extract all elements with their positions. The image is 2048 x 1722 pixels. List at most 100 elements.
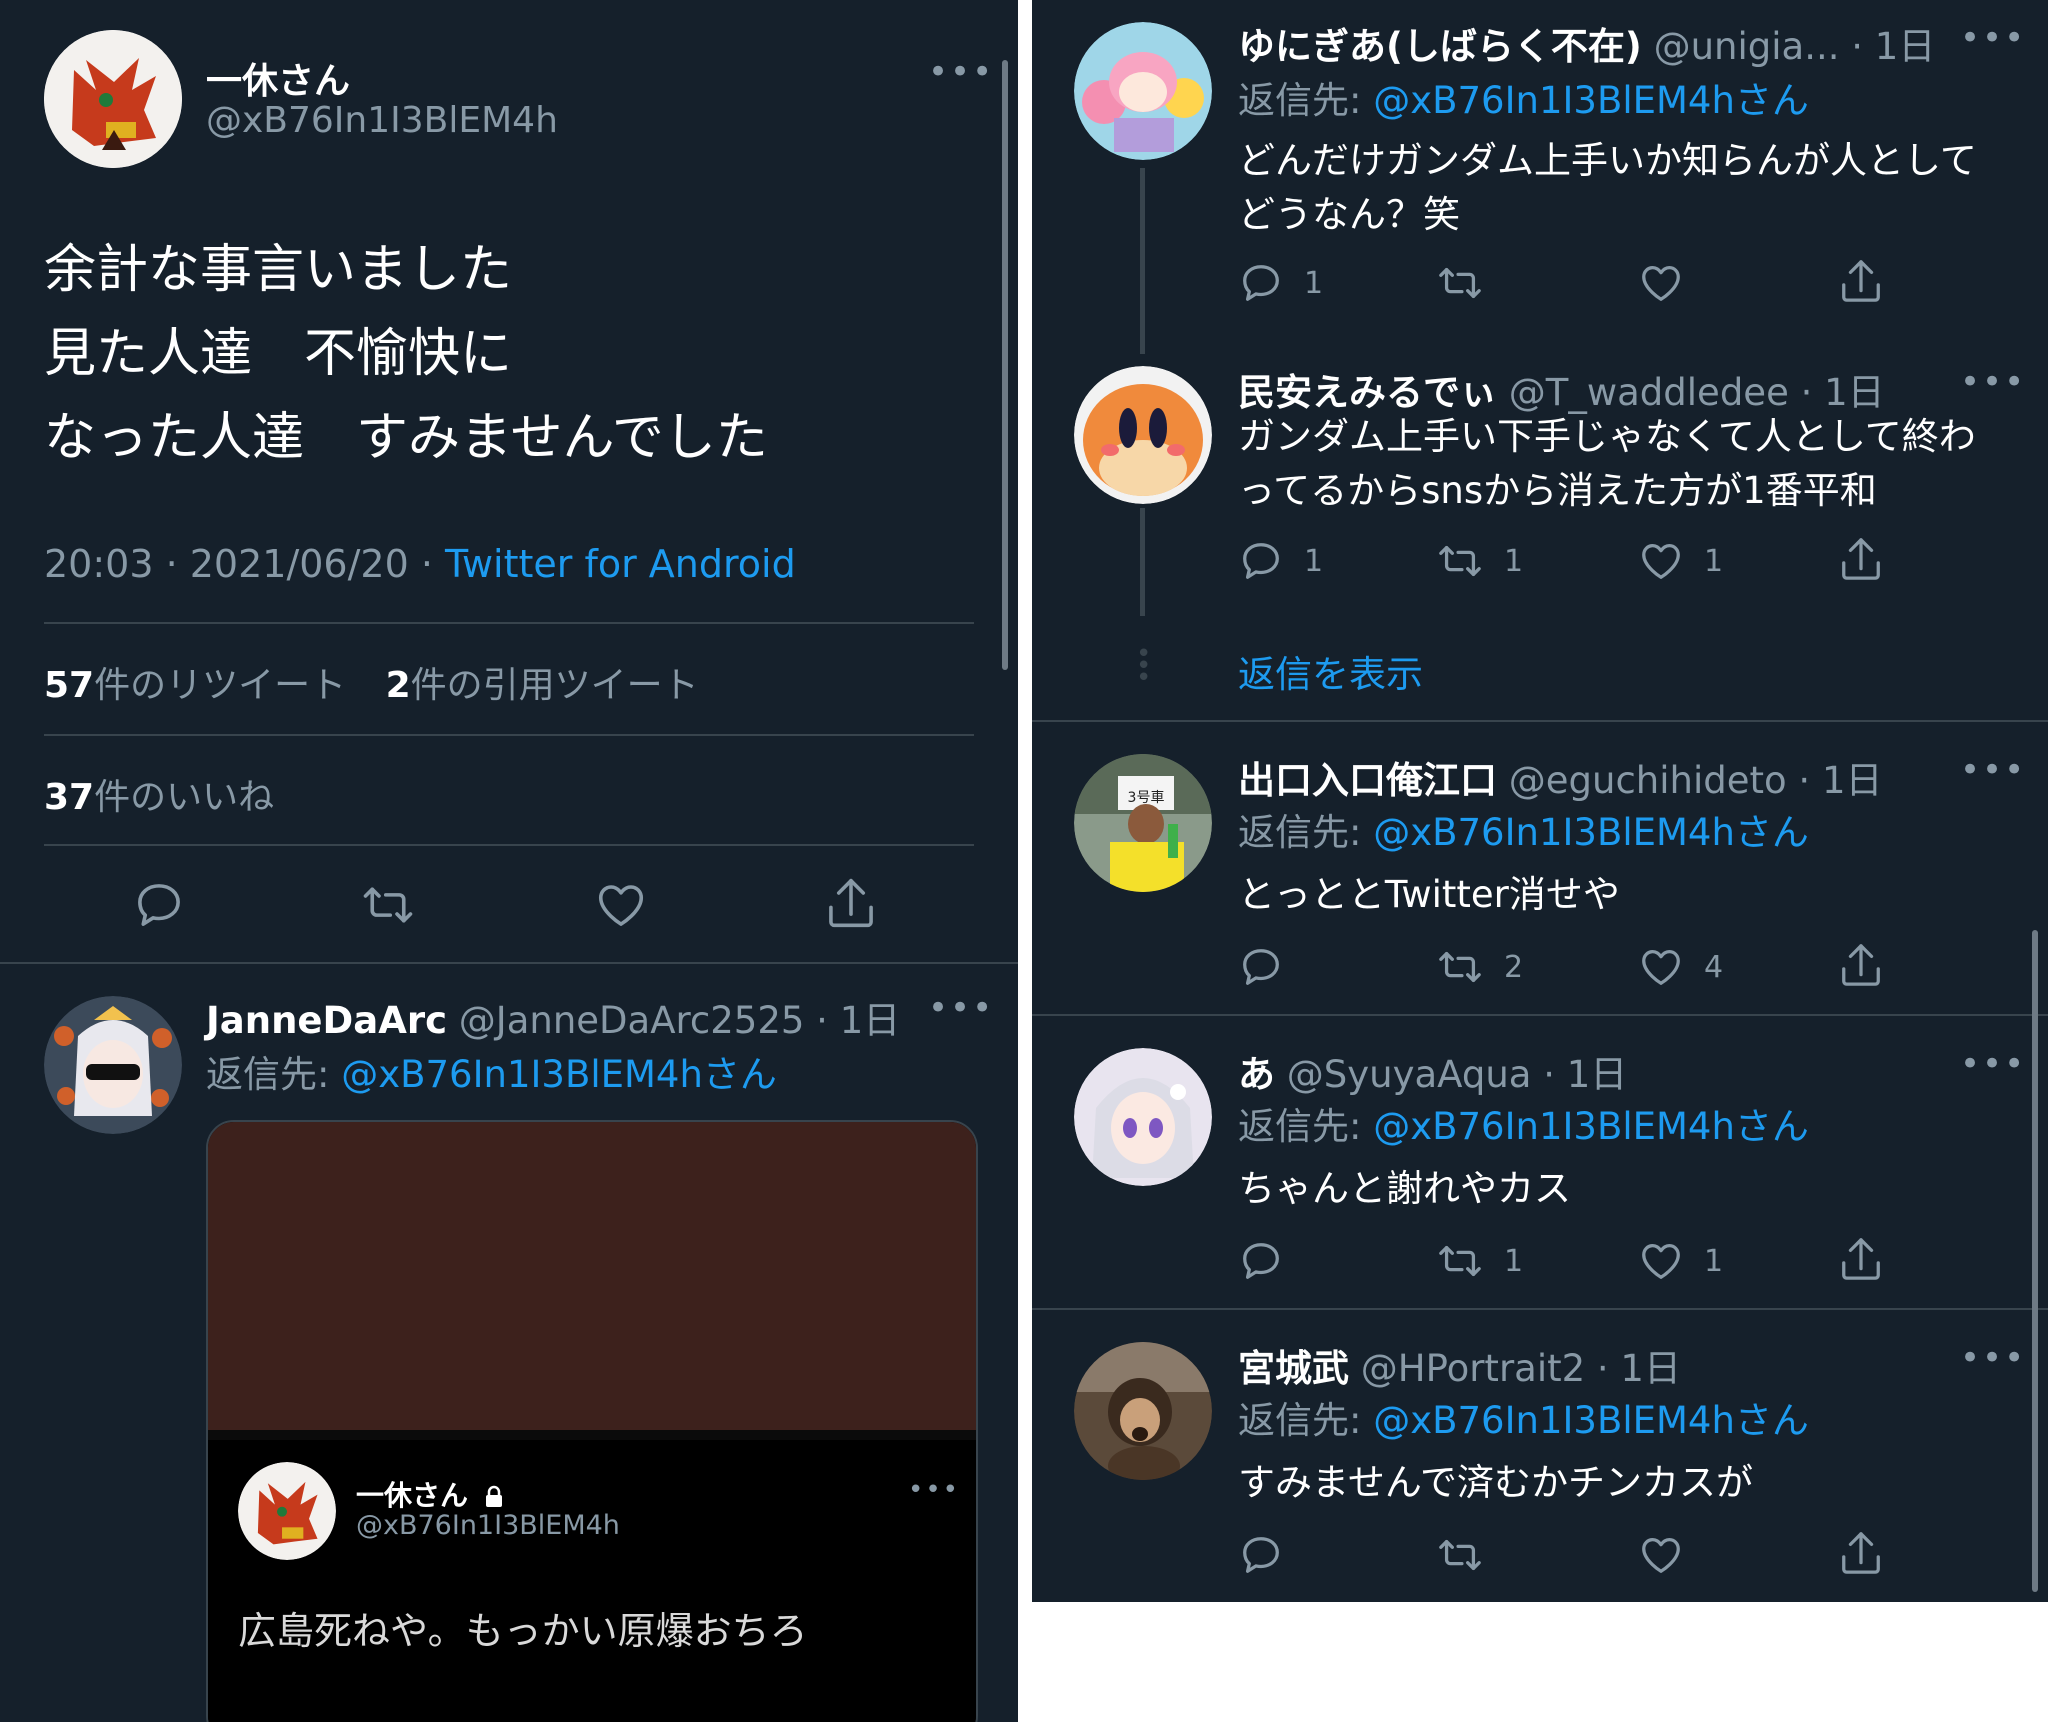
share-icon[interactable] bbox=[1838, 256, 1884, 306]
quoted-name: 一休さん bbox=[356, 1479, 469, 1512]
share-icon[interactable] bbox=[1838, 1528, 1884, 1578]
reply-icon[interactable] bbox=[1238, 260, 1284, 306]
left-screenshot-panel: 一休さん @xB76In1I3BlEM4h ••• 余計な事言いました 見た人達… bbox=[0, 0, 1018, 1722]
like-icon[interactable] bbox=[1638, 944, 1684, 990]
tweet-4-name[interactable]: あ bbox=[1238, 1053, 1275, 1096]
reply-icon[interactable] bbox=[1238, 1532, 1284, 1578]
reply-avatar[interactable] bbox=[44, 996, 182, 1134]
reply-name[interactable]: JanneDaArc bbox=[206, 999, 447, 1042]
tweet-4-reply-to-link[interactable]: @xB76In1I3BlEM4hさん bbox=[1373, 1105, 1809, 1148]
like-icon[interactable] bbox=[1638, 260, 1684, 306]
tweet-5-name[interactable]: 宮城武 bbox=[1238, 1347, 1349, 1390]
tweet-5-avatar[interactable] bbox=[1074, 1342, 1212, 1480]
tweet-2-handle[interactable]: @T_waddledee · 1日 bbox=[1509, 371, 1885, 414]
retweets-stat[interactable]: 57件のリツイート bbox=[44, 665, 346, 706]
main-tweet-source-link[interactable]: Twitter for Android bbox=[445, 542, 796, 586]
main-tweet-text-line-1: 余計な事言いました bbox=[44, 240, 513, 300]
tweet-2-text: ガンダム上手い下手じゃなくて人として終わ ってるからsnsから消えた方が1番平和 bbox=[1238, 415, 1976, 512]
avatar-sign-text: 3号車 bbox=[1128, 789, 1165, 806]
right-screenshot-panel: • • • ゆにぎあ(しばらく不在) @unigia... · 1日 ••• 返信先… bbox=[1032, 0, 2048, 1602]
tweet-3-reply-to: 返信先: @xB76In1I3BlEM4hさん bbox=[1238, 811, 1809, 854]
share-icon[interactable] bbox=[1838, 1234, 1884, 1284]
tweet-3-name[interactable]: 出口入口俺江口 bbox=[1238, 759, 1497, 802]
quoted-handle: @xB76In1I3BlEM4h bbox=[356, 1510, 620, 1541]
tweet-1-reply-to: 返信先: @xB76In1I3BlEM4hさん bbox=[1238, 79, 1809, 122]
tweet-5-more-icon[interactable]: ••• bbox=[1960, 1341, 2026, 1375]
reply-icon[interactable] bbox=[1238, 1238, 1284, 1284]
main-tweet-text: 余計な事言いました 見た人達 不愉快に なった人達 すみませんでした bbox=[44, 228, 768, 480]
panel-separator bbox=[1018, 0, 1032, 1722]
like-icon[interactable] bbox=[1638, 1238, 1684, 1284]
reply-more-icon[interactable]: ••• bbox=[928, 991, 994, 1025]
media-image bbox=[208, 1122, 976, 1430]
like-count: 4 bbox=[1704, 950, 1724, 985]
retweet-icon[interactable] bbox=[1436, 1532, 1484, 1578]
tweet-5-header: 宮城武 @HPortrait2 · 1日 bbox=[1238, 1338, 1681, 1392]
tweet-3-more-icon[interactable]: ••• bbox=[1960, 753, 2026, 787]
share-icon[interactable] bbox=[824, 874, 878, 932]
retweet-icon[interactable] bbox=[1436, 538, 1484, 584]
reply-to-line: 返信先: @xB76In1I3BlEM4hさん bbox=[206, 1053, 777, 1096]
quoted-text: 広島死ねや。もっかい原爆おちろ bbox=[238, 1609, 808, 1653]
likes-stat[interactable]: 37件のいいね bbox=[44, 768, 274, 820]
main-tweet-more-icon[interactable]: ••• bbox=[928, 55, 994, 89]
quotes-stat[interactable]: 2件の引用ツイート bbox=[386, 665, 699, 706]
reply-count: 1 bbox=[1304, 266, 1324, 301]
reply-to-link[interactable]: @xB76In1I3BlEM4hさん bbox=[341, 1053, 777, 1096]
tweet-1-avatar[interactable] bbox=[1074, 22, 1212, 160]
quoted-name-row: 一休さん bbox=[356, 1474, 505, 1514]
tweet-2-name[interactable]: 民安えみるでぃ bbox=[1238, 371, 1497, 414]
like-icon[interactable] bbox=[594, 878, 648, 932]
media-card[interactable]: 一休さん @xB76In1I3BlEM4h ••• 広島死ねや。もっかい原爆おち… bbox=[206, 1120, 978, 1722]
tweet-3-avatar[interactable]: 3号車 bbox=[1074, 754, 1212, 892]
tweet-4-header: あ @SyuyaAqua · 1日 bbox=[1238, 1044, 1627, 1098]
tweet-1-text: どんだけガンダム上手いか知らんが人として どうなん？笑 bbox=[1238, 139, 1977, 236]
tweet-4-more-icon[interactable]: ••• bbox=[1960, 1047, 2026, 1081]
scrollbar[interactable] bbox=[1002, 60, 1008, 670]
scrollbar[interactable] bbox=[2032, 930, 2038, 1592]
main-tweet-name[interactable]: 一休さん bbox=[206, 52, 350, 104]
like-icon[interactable] bbox=[1638, 538, 1684, 584]
tweet-2-avatar[interactable] bbox=[1074, 366, 1212, 504]
retweet-icon[interactable] bbox=[360, 878, 416, 932]
reply-icon[interactable] bbox=[1238, 538, 1284, 584]
retweet-icon[interactable] bbox=[1436, 1238, 1484, 1284]
tweet-4-handle[interactable]: @SyuyaAqua · 1日 bbox=[1287, 1053, 1628, 1096]
show-replies-link[interactable]: 返信を表示 bbox=[1238, 644, 1423, 698]
share-icon[interactable] bbox=[1838, 534, 1884, 584]
reply-icon[interactable] bbox=[1238, 944, 1284, 990]
tweet-2-more-icon[interactable]: ••• bbox=[1960, 365, 2026, 399]
tweet-2-header: 民安えみるでぃ @T_waddledee · 1日 bbox=[1238, 362, 1885, 416]
main-tweet-text-line-3: なった人達 すみませんでした bbox=[44, 408, 768, 468]
share-icon[interactable] bbox=[1838, 940, 1884, 990]
like-icon[interactable] bbox=[1638, 1532, 1684, 1578]
tweet-1-name[interactable]: ゆにぎあ(しばらく不在) bbox=[1238, 25, 1642, 68]
retweet-icon[interactable] bbox=[1436, 944, 1484, 990]
tweet-5-reply-to-link[interactable]: @xB76In1I3BlEM4hさん bbox=[1373, 1399, 1809, 1442]
tweet-5-reply-to: 返信先: @xB76In1I3BlEM4hさん bbox=[1238, 1399, 1809, 1442]
like-count: 1 bbox=[1704, 544, 1724, 579]
tweet-3-handle[interactable]: @eguchihideto · 1日 bbox=[1509, 759, 1883, 802]
quoted-avatar bbox=[238, 1462, 336, 1560]
tweet-5-handle[interactable]: @HPortrait2 · 1日 bbox=[1361, 1347, 1681, 1390]
main-tweet-text-line-2: 見た人達 不愉快に bbox=[44, 324, 513, 384]
main-tweet-engagement-row: 57件のリツイート 2件の引用ツイート bbox=[44, 656, 699, 708]
tweet-4-avatar[interactable] bbox=[1074, 1048, 1212, 1186]
retweet-icon[interactable] bbox=[1436, 260, 1484, 306]
tweet-3-reply-to-link[interactable]: @xB76In1I3BlEM4hさん bbox=[1373, 811, 1809, 854]
retweet-count: 1 bbox=[1504, 1244, 1524, 1279]
reply-handle[interactable]: @JanneDaArc2525 · 1日 bbox=[459, 999, 900, 1042]
divider bbox=[44, 622, 974, 624]
quoted-more-icon: ••• bbox=[908, 1475, 961, 1505]
tweet-1-reply-to-link[interactable]: @xB76In1I3BlEM4hさん bbox=[1373, 79, 1809, 122]
main-tweet-avatar[interactable] bbox=[44, 30, 182, 168]
tweet-1-handle[interactable]: @unigia... · 1日 bbox=[1654, 25, 1936, 68]
reply-count: 1 bbox=[1304, 544, 1324, 579]
tweet-3-text: とっととTwitter消せや bbox=[1238, 873, 1620, 916]
divider bbox=[0, 962, 1018, 964]
main-tweet-handle[interactable]: @xB76In1I3BlEM4h bbox=[206, 100, 558, 141]
divider bbox=[1032, 720, 2048, 722]
reply-icon[interactable] bbox=[132, 878, 186, 932]
like-count: 1 bbox=[1704, 1244, 1724, 1279]
tweet-1-more-icon[interactable]: ••• bbox=[1960, 21, 2026, 55]
